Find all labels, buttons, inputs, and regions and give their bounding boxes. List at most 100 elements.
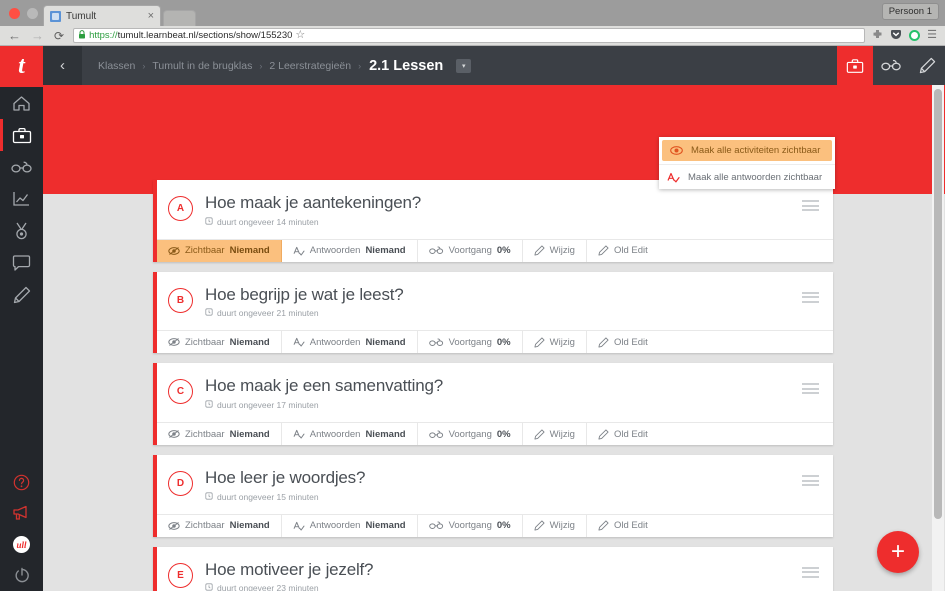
answer-check-icon	[293, 429, 305, 439]
answer-check-icon	[667, 172, 680, 183]
browser-titlebar: Tumult × Persoon 1	[0, 0, 945, 26]
lesson-card[interactable]: D Hoe leer je woordjes? duurt ongeveer 15 …	[153, 455, 833, 537]
action-answers[interactable]: Antwoorden Niemand	[282, 239, 418, 262]
scrollbar-thumb[interactable]	[934, 89, 942, 519]
lesson-card-actions: Zichtbaar Niemand Antwoorden Niemand Voortga…	[157, 513, 833, 537]
page-scroll-area[interactable]: Maak alle activiteiten zichtbaar Maak al…	[43, 85, 945, 591]
clock-icon	[205, 217, 213, 227]
sidebar-item-pencil[interactable]	[0, 279, 43, 311]
action-progress[interactable]: Voortgang 0%	[418, 331, 523, 354]
action-old-edit[interactable]: Old Edit	[587, 331, 659, 353]
lesson-duration-label: duurt ongeveer 17 minuten	[217, 400, 319, 411]
minimize-window-button[interactable]	[27, 8, 38, 19]
action-answers-label: Antwoorden	[309, 336, 361, 348]
action-answers-label: Antwoorden	[309, 428, 361, 440]
extension-puzzle-icon[interactable]	[872, 29, 883, 43]
chevron-down-icon[interactable]: ▾	[456, 58, 472, 73]
action-answers-label: Antwoorden	[309, 245, 361, 257]
lesson-card[interactable]: C Hoe maak je een samenvatting? duurt onge…	[153, 363, 833, 446]
sidebar-item-home[interactable]	[0, 87, 43, 119]
action-old-edit[interactable]: Old Edit	[587, 515, 659, 537]
drag-handle-icon[interactable]	[802, 291, 819, 303]
sidebar-item-megaphone[interactable]	[0, 498, 43, 529]
lesson-card[interactable]: B Hoe begrijp je wat je leest? duurt ongev…	[153, 271, 833, 354]
page-title: 2.1 Lessen	[369, 57, 444, 74]
menu-item-make-all-activities-visible[interactable]: Maak alle activiteiten zichtbaar	[662, 140, 832, 161]
action-visible[interactable]: Zichtbaar Niemand	[157, 423, 282, 446]
lesson-duration-label: duurt ongeveer 21 minuten	[217, 308, 319, 319]
action-answers[interactable]: Antwoorden Niemand	[282, 423, 418, 446]
sidebar-item-briefcase[interactable]	[0, 119, 43, 151]
action-progress[interactable]: Voortgang 0%	[418, 423, 523, 446]
sidebar-item-chart[interactable]	[0, 183, 43, 215]
back-icon[interactable]: ←	[8, 29, 21, 42]
topbar-pencil-button[interactable]	[909, 46, 945, 85]
lesson-title[interactable]: Hoe leer je woordjes?	[205, 468, 819, 488]
sidebar-item-help[interactable]	[0, 467, 43, 498]
action-answers[interactable]: Antwoorden Niemand	[282, 514, 418, 537]
action-edit[interactable]: Wijzig	[523, 514, 587, 537]
drag-handle-icon[interactable]	[802, 383, 819, 395]
action-visible[interactable]: Zichtbaar Niemand	[157, 514, 282, 537]
topbar: ‹ Klassen › Tumult in de brugklas › 2 Le…	[43, 46, 945, 85]
megaphone-icon	[12, 505, 31, 522]
clock-icon	[205, 492, 213, 502]
topbar-actions	[837, 46, 945, 85]
menu-item-make-all-answers-visible[interactable]: Maak alle antwoorden zichtbaar	[659, 164, 835, 189]
lesson-title[interactable]: Hoe begrijp je wat je leest?	[205, 285, 819, 305]
back-button[interactable]: ‹	[43, 46, 82, 85]
action-old-edit[interactable]: Old Edit	[587, 240, 659, 262]
drag-handle-icon[interactable]	[802, 566, 819, 578]
action-old-edit-label: Old Edit	[613, 245, 648, 257]
drag-handle-icon[interactable]	[802, 475, 819, 487]
action-old-edit[interactable]: Old Edit	[587, 423, 659, 445]
close-icon[interactable]: ×	[148, 10, 154, 22]
sidebar-item-glasses[interactable]	[0, 151, 43, 183]
sidebar-item-ull[interactable]: ull	[0, 529, 43, 560]
close-window-button[interactable]	[9, 8, 20, 19]
address-bar[interactable]: https://tumult.learnbeat.nl/sections/sho…	[73, 28, 866, 43]
lesson-title[interactable]: Hoe maak je aantekeningen?	[205, 193, 819, 213]
lesson-title[interactable]: Hoe maak je een samenvatting?	[205, 377, 819, 396]
action-progress[interactable]: Voortgang 0%	[418, 514, 523, 537]
breadcrumb-item-klassen[interactable]: Klassen	[98, 60, 135, 72]
drag-handle-icon[interactable]	[802, 200, 819, 211]
glasses-icon	[10, 161, 33, 174]
new-tab-button[interactable]	[163, 10, 196, 26]
action-progress[interactable]: Voortgang 0%	[418, 239, 523, 262]
action-answers-label: Antwoorden	[309, 520, 361, 532]
lesson-duration-label: duurt ongeveer 14 minuten	[217, 216, 319, 227]
action-answers[interactable]: Antwoorden Niemand	[282, 331, 418, 354]
lesson-card[interactable]: A Hoe maak je aantekeningen? duurt ongevee…	[153, 180, 833, 262]
forward-icon[interactable]: →	[31, 29, 44, 42]
app-logo[interactable]: t	[0, 46, 43, 87]
action-answers-value: Niemand	[365, 428, 406, 440]
topbar-briefcase-button[interactable]	[837, 46, 873, 85]
person-button[interactable]: Persoon 1	[881, 3, 939, 20]
lesson-duration: duurt ongeveer 15 minuten	[205, 492, 819, 502]
action-edit[interactable]: Wijzig	[523, 423, 587, 446]
browser-tab[interactable]: Tumult ×	[43, 5, 161, 26]
breadcrumb-item-class[interactable]: Tumult in de brugklas	[152, 60, 252, 72]
action-visible-value: Niemand	[229, 336, 270, 348]
sidebar-item-chat[interactable]	[0, 247, 43, 279]
bookmark-star-icon[interactable]: ☆	[295, 30, 305, 41]
action-edit[interactable]: Wijzig	[523, 331, 587, 354]
reload-icon[interactable]: ⟳	[54, 30, 64, 42]
browser-menu-icon[interactable]: ☰	[927, 30, 937, 41]
add-lesson-button[interactable]: +	[877, 531, 919, 573]
breadcrumb-item-chapter[interactable]: 2 Leerstrategieën	[269, 60, 351, 72]
sidebar-item-power[interactable]	[0, 560, 43, 591]
lesson-title[interactable]: Hoe motiveer je jezelf?	[205, 560, 819, 580]
sidebar-item-medal[interactable]	[0, 215, 43, 247]
action-visible[interactable]: Zichtbaar Niemand	[157, 331, 282, 354]
vertical-scrollbar[interactable]	[932, 85, 944, 591]
lesson-letter-badge: C	[168, 379, 193, 405]
topbar-glasses-button[interactable]	[873, 46, 909, 85]
action-old-edit-label: Old Edit	[613, 428, 648, 440]
action-visible[interactable]: Zichtbaar Niemand	[157, 239, 282, 262]
pocket-icon[interactable]	[890, 29, 902, 43]
lesson-card[interactable]: E Hoe motiveer je jezelf? duurt ongeveer 2…	[153, 546, 833, 591]
account-status-icon[interactable]	[909, 30, 921, 41]
action-edit[interactable]: Wijzig	[523, 239, 587, 262]
